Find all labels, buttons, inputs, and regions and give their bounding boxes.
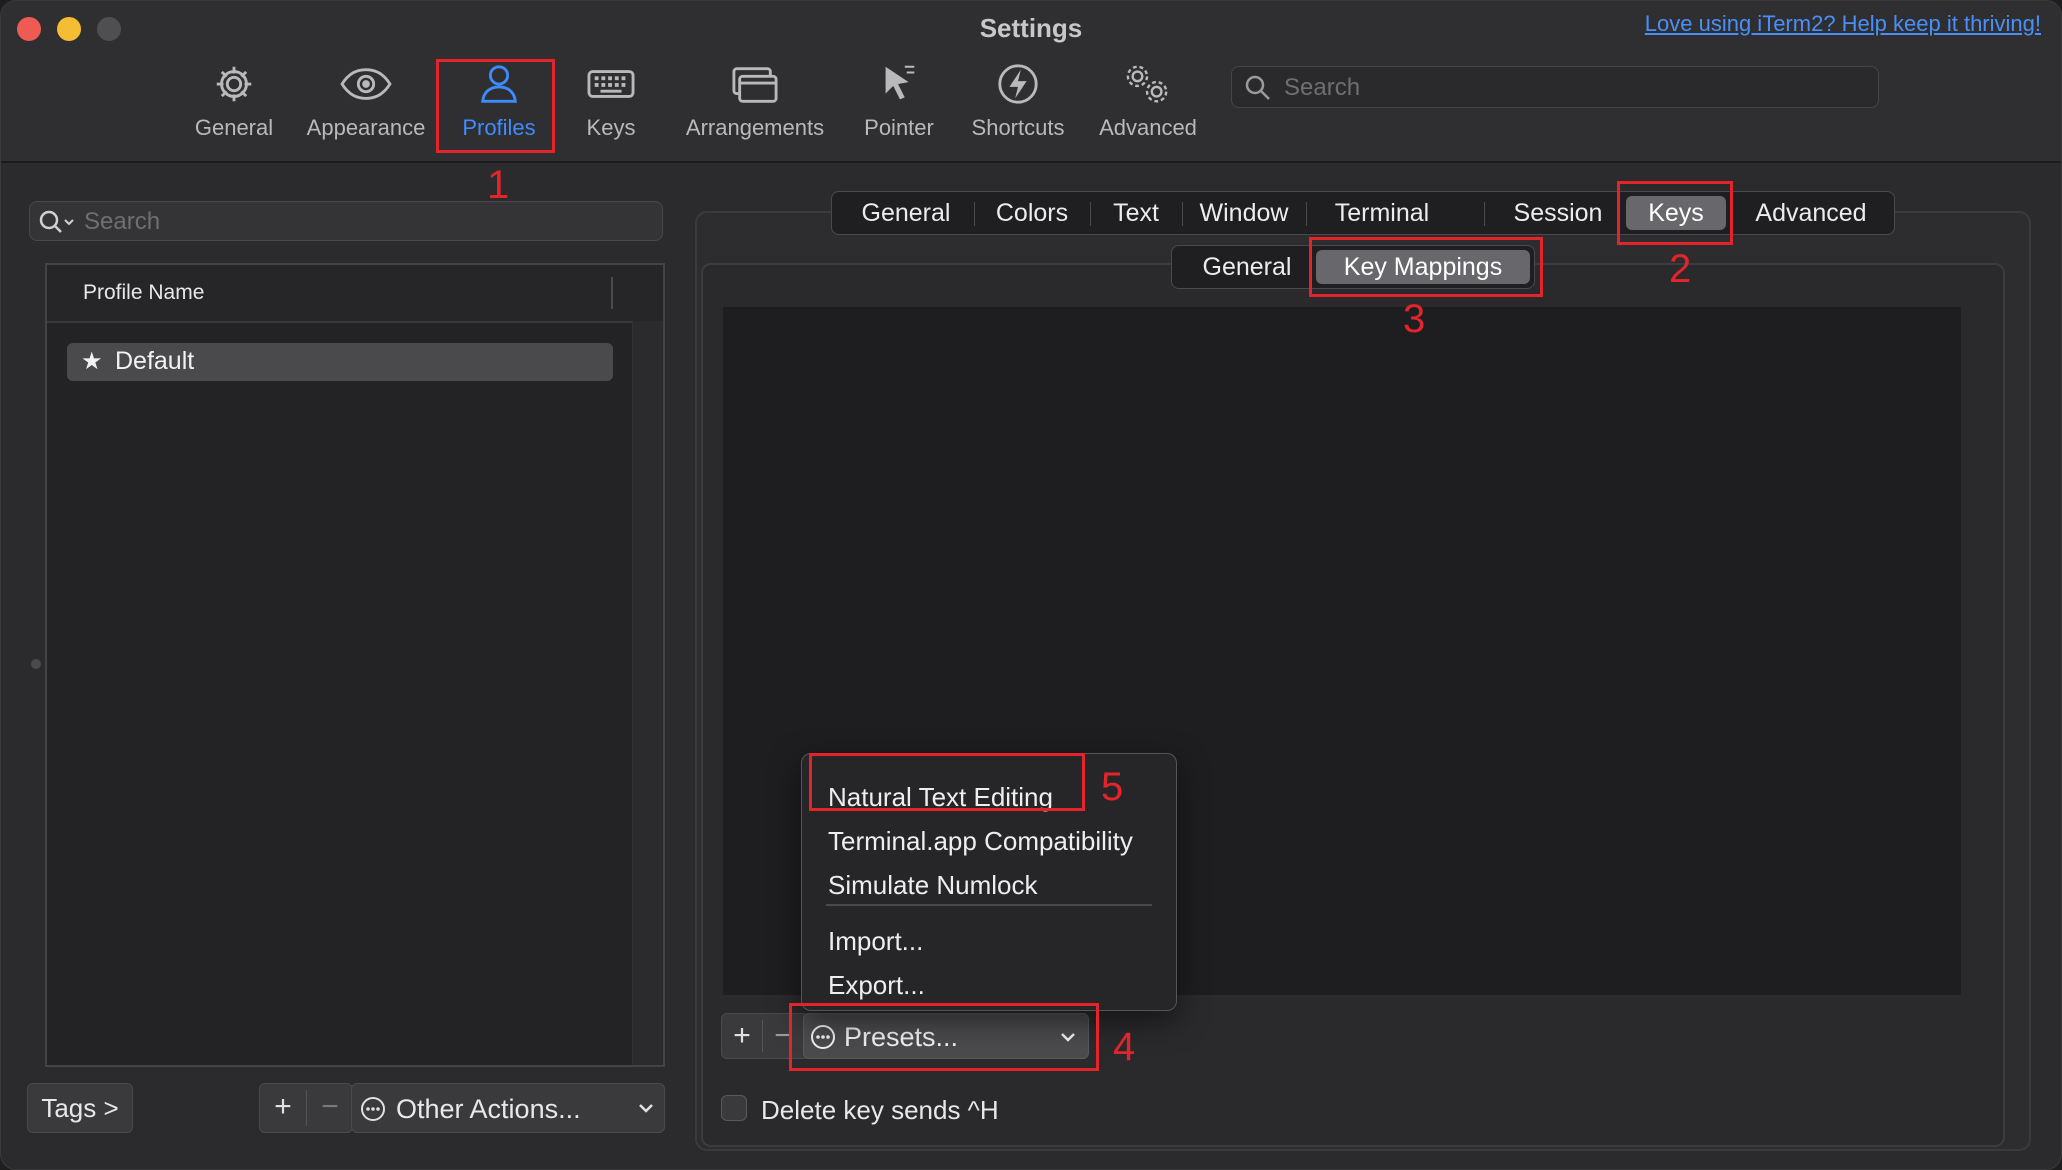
annotation-box-4 [789, 1003, 1099, 1071]
annotation-number-4: 4 [1113, 1025, 1136, 1069]
toolbar-keys[interactable]: Keys [569, 61, 653, 151]
annotation-box-2 [1617, 181, 1733, 245]
splitter-handle[interactable] [31, 659, 41, 669]
menu-item-export[interactable]: Export... [828, 970, 925, 1001]
titlebar: Settings Love using iTerm2? Help keep it… [1, 1, 2061, 163]
key-mappings-scrollbar[interactable] [1961, 307, 1989, 995]
toolbar-appearance[interactable]: Appearance [301, 61, 431, 151]
toolbar-label: Shortcuts [971, 115, 1065, 140]
add-profile-button[interactable]: + [260, 1084, 306, 1132]
menu-item-terminal-app-compatibility[interactable]: Terminal.app Compatibility [828, 826, 1133, 857]
divider [1182, 202, 1183, 226]
tab-general[interactable]: General [844, 196, 968, 230]
tab-colors[interactable]: Colors [980, 196, 1084, 230]
column-divider [611, 277, 613, 309]
toolbar-advanced[interactable]: Advanced [1093, 61, 1203, 151]
column-header-profile-name[interactable]: Profile Name [83, 281, 204, 305]
profile-table-header: Profile Name [47, 265, 663, 323]
menu-separator [826, 904, 1152, 906]
divider [1306, 202, 1307, 226]
annotation-number-3: 3 [1403, 297, 1426, 341]
windows-icon [677, 61, 833, 115]
settings-search-input[interactable] [1282, 69, 1866, 107]
delete-key-checkbox[interactable] [721, 1095, 747, 1121]
remove-profile-button[interactable]: − [307, 1084, 353, 1132]
star-icon: ★ [81, 348, 103, 375]
tab-window[interactable]: Window [1188, 196, 1300, 230]
toolbar-pointer[interactable]: Pointer [857, 61, 941, 151]
profile-tabbar: General Colors Text Window Terminal Sess… [831, 191, 1895, 235]
profile-scrollbar[interactable] [632, 321, 663, 1065]
search-icon [1245, 75, 1270, 100]
menu-item-simulate-numlock[interactable]: Simulate Numlock [828, 870, 1038, 901]
toolbar-label: Appearance [306, 115, 426, 140]
toolbar-arrangements[interactable]: Arrangements [677, 61, 833, 151]
cursor-icon [857, 61, 941, 115]
annotation-box-5 [809, 753, 1085, 811]
toolbar-label: Arrangements [685, 115, 825, 140]
delete-key-label: Delete key sends ^H [761, 1095, 999, 1125]
divider [974, 202, 975, 226]
annotation-box-3 [1309, 237, 1543, 297]
profile-row-default[interactable]: ★ Default [67, 343, 613, 381]
tab-session[interactable]: Session [1492, 196, 1624, 230]
toolbar-label: Advanced [1099, 115, 1197, 140]
annotation-number-2: 2 [1669, 247, 1692, 291]
annotation-number-1: 1 [487, 163, 510, 207]
profile-name: Default [115, 347, 195, 375]
keyboard-icon [569, 61, 653, 115]
divider [1090, 202, 1091, 226]
toolbar-general[interactable]: General [189, 61, 279, 151]
annotation-box-1 [436, 59, 555, 153]
subtab-general[interactable]: General [1180, 250, 1314, 284]
settings-search[interactable] [1231, 66, 1879, 108]
tab-text[interactable]: Text [1096, 196, 1176, 230]
gear-icon [189, 61, 279, 115]
toolbar-label: Keys [586, 115, 636, 140]
chevron-down-icon [639, 1104, 653, 1113]
ellipsis-circle-icon [361, 1097, 385, 1121]
menu-item-import[interactable]: Import... [828, 926, 923, 957]
search-icon [39, 210, 74, 233]
add-key-mapping-button[interactable]: + [722, 1014, 762, 1062]
tab-terminal[interactable]: Terminal [1312, 196, 1452, 230]
profile-table: Profile Name ★ Default [45, 263, 665, 1067]
profile-search[interactable] [29, 201, 663, 241]
divider [1484, 202, 1485, 226]
profile-search-input[interactable] [82, 203, 646, 241]
annotation-number-5: 5 [1101, 765, 1124, 809]
tags-button[interactable]: Tags > [27, 1083, 133, 1133]
lightning-icon [963, 61, 1073, 115]
other-actions-label: Other Actions... [396, 1094, 581, 1124]
toolbar-label: General [194, 115, 274, 140]
help-link[interactable]: Love using iTerm2? Help keep it thriving… [1645, 11, 2041, 37]
eye-icon [301, 61, 431, 115]
gears-icon [1093, 61, 1203, 115]
other-actions-popup[interactable]: Other Actions... [351, 1083, 665, 1133]
toolbar-shortcuts[interactable]: Shortcuts [963, 61, 1073, 151]
settings-window: Settings Love using iTerm2? Help keep it… [0, 0, 2062, 1170]
profile-add-remove: + − [259, 1083, 353, 1133]
tab-advanced[interactable]: Advanced [1738, 196, 1884, 230]
toolbar-label: Pointer [864, 115, 934, 140]
